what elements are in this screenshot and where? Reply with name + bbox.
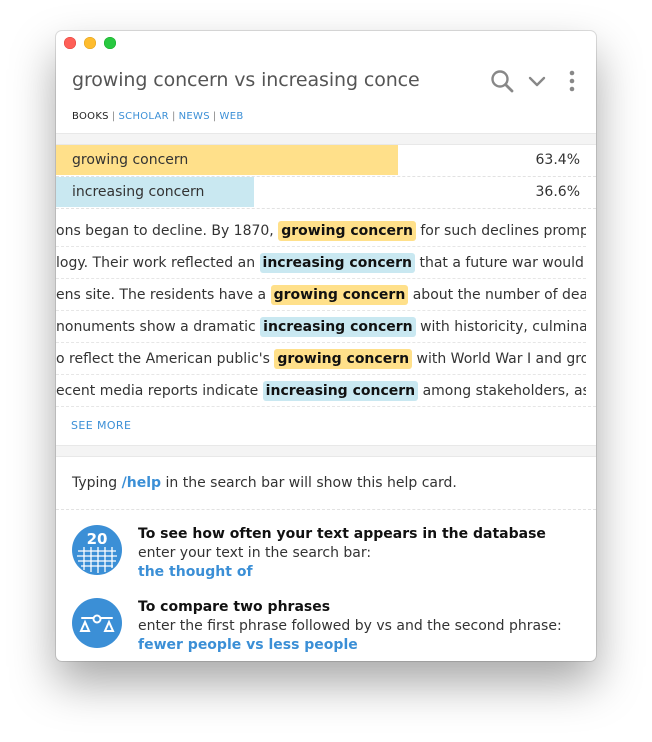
frequency-chart-icon: 20 (72, 525, 122, 575)
tab-separator: | (171, 111, 176, 122)
example-context-after: among stakeholders, as mas (422, 383, 586, 399)
example-context-after: for such declines prompted fi (420, 223, 586, 239)
frequency-icon-number: 20 (87, 530, 108, 548)
comparison-percent: 36.6% (535, 184, 580, 200)
comparison-percent: 63.4% (535, 152, 580, 168)
help-example-link[interactable]: fewer people vs less people (138, 636, 578, 655)
help-example-link[interactable]: the thought of (138, 563, 578, 582)
example-context-after: with historicity, culminating (420, 319, 586, 335)
tab-web[interactable]: WEB (220, 111, 244, 122)
example-sentence[interactable]: ecent media reports indicate increasing … (56, 375, 586, 407)
example-highlight: growing concern (274, 349, 413, 369)
example-highlight: growing concern (270, 285, 409, 305)
example-highlight: increasing concern (260, 317, 416, 337)
example-sentence[interactable]: nonuments show a dramatic increasing con… (56, 311, 586, 343)
example-highlight: increasing concern (259, 253, 415, 273)
help-intro-text: Typing (72, 475, 122, 491)
example-context-before: o reflect the American public's (56, 351, 275, 367)
zoom-window-button[interactable] (104, 37, 116, 49)
example-sentence[interactable]: ons began to decline. By 1870, growing c… (56, 215, 586, 247)
help-text: To compare two phrases enter the first p… (138, 598, 578, 655)
comparison-phrase-label: increasing concern (72, 184, 205, 200)
tab-scholar[interactable]: SCHOLAR (119, 111, 169, 122)
app-window: growing concern vs increasing conce BOOK… (56, 31, 596, 661)
tab-separator: | (212, 111, 217, 122)
example-context-before: ons began to decline. By 1870, (56, 223, 279, 239)
example-context-before: logy. Their work reflected an (56, 255, 260, 271)
example-context-before: ecent media reports indicate (56, 383, 263, 399)
chevron-down-icon[interactable] (528, 73, 546, 89)
comparison-bar-growing[interactable]: growing concern 63.4% (56, 145, 596, 175)
more-menu-icon[interactable] (566, 69, 578, 93)
section-divider (56, 445, 596, 457)
example-sentence[interactable]: o reflect the American public's growing … (56, 343, 586, 375)
help-command[interactable]: /help (122, 475, 161, 491)
row-divider (56, 509, 596, 510)
title-bar (56, 31, 596, 55)
example-context-after: about the number of deaths a (412, 287, 586, 303)
example-context-before: nonuments show a dramatic (56, 319, 261, 335)
example-highlight: growing concern (278, 221, 416, 241)
help-text: To see how often your text appears in th… (138, 525, 578, 582)
tab-separator: | (111, 111, 116, 122)
comparison-bar-increasing[interactable]: increasing concern 36.6% (56, 177, 596, 207)
help-instruction: enter your text in the search bar: (138, 545, 372, 561)
example-sentence[interactable]: ens site. The residents have a growing c… (56, 279, 586, 311)
row-divider (56, 208, 596, 209)
help-item-compare: To compare two phrases enter the first p… (72, 598, 582, 653)
example-context-before: ens site. The residents have a (56, 287, 271, 303)
row-divider (56, 406, 596, 407)
search-input[interactable]: growing concern vs increasing conce (72, 69, 422, 91)
balance-scale-icon (72, 598, 122, 648)
help-intro: Typing /help in the search bar will show… (72, 475, 457, 491)
section-divider (56, 133, 596, 145)
source-tabs: BOOKS | SCHOLAR | NEWS | WEB (72, 111, 243, 122)
tab-books[interactable]: BOOKS (72, 111, 109, 122)
help-title: To see how often your text appears in th… (138, 526, 546, 542)
comparison-phrase-label: growing concern (72, 152, 189, 168)
help-item-frequency: 20 To see how often your text appears in… (72, 525, 582, 580)
example-sentence[interactable]: logy. Their work reflected an increasing… (56, 247, 586, 279)
tab-news[interactable]: NEWS (179, 111, 210, 122)
help-title: To compare two phrases (138, 599, 331, 615)
see-more-link[interactable]: SEE MORE (71, 419, 131, 432)
minimize-window-button[interactable] (84, 37, 96, 49)
example-highlight: increasing concern (262, 381, 419, 401)
close-window-button[interactable] (64, 37, 76, 49)
search-icon[interactable] (490, 69, 516, 93)
help-instruction: enter the first phrase followed by vs an… (138, 618, 562, 634)
example-context-after: that a future war would exer (419, 255, 586, 271)
example-context-after: with World War I and growing (416, 351, 587, 367)
example-sentences: ons began to decline. By 1870, growing c… (56, 215, 586, 407)
help-intro-text: in the search bar will show this help ca… (161, 475, 457, 491)
